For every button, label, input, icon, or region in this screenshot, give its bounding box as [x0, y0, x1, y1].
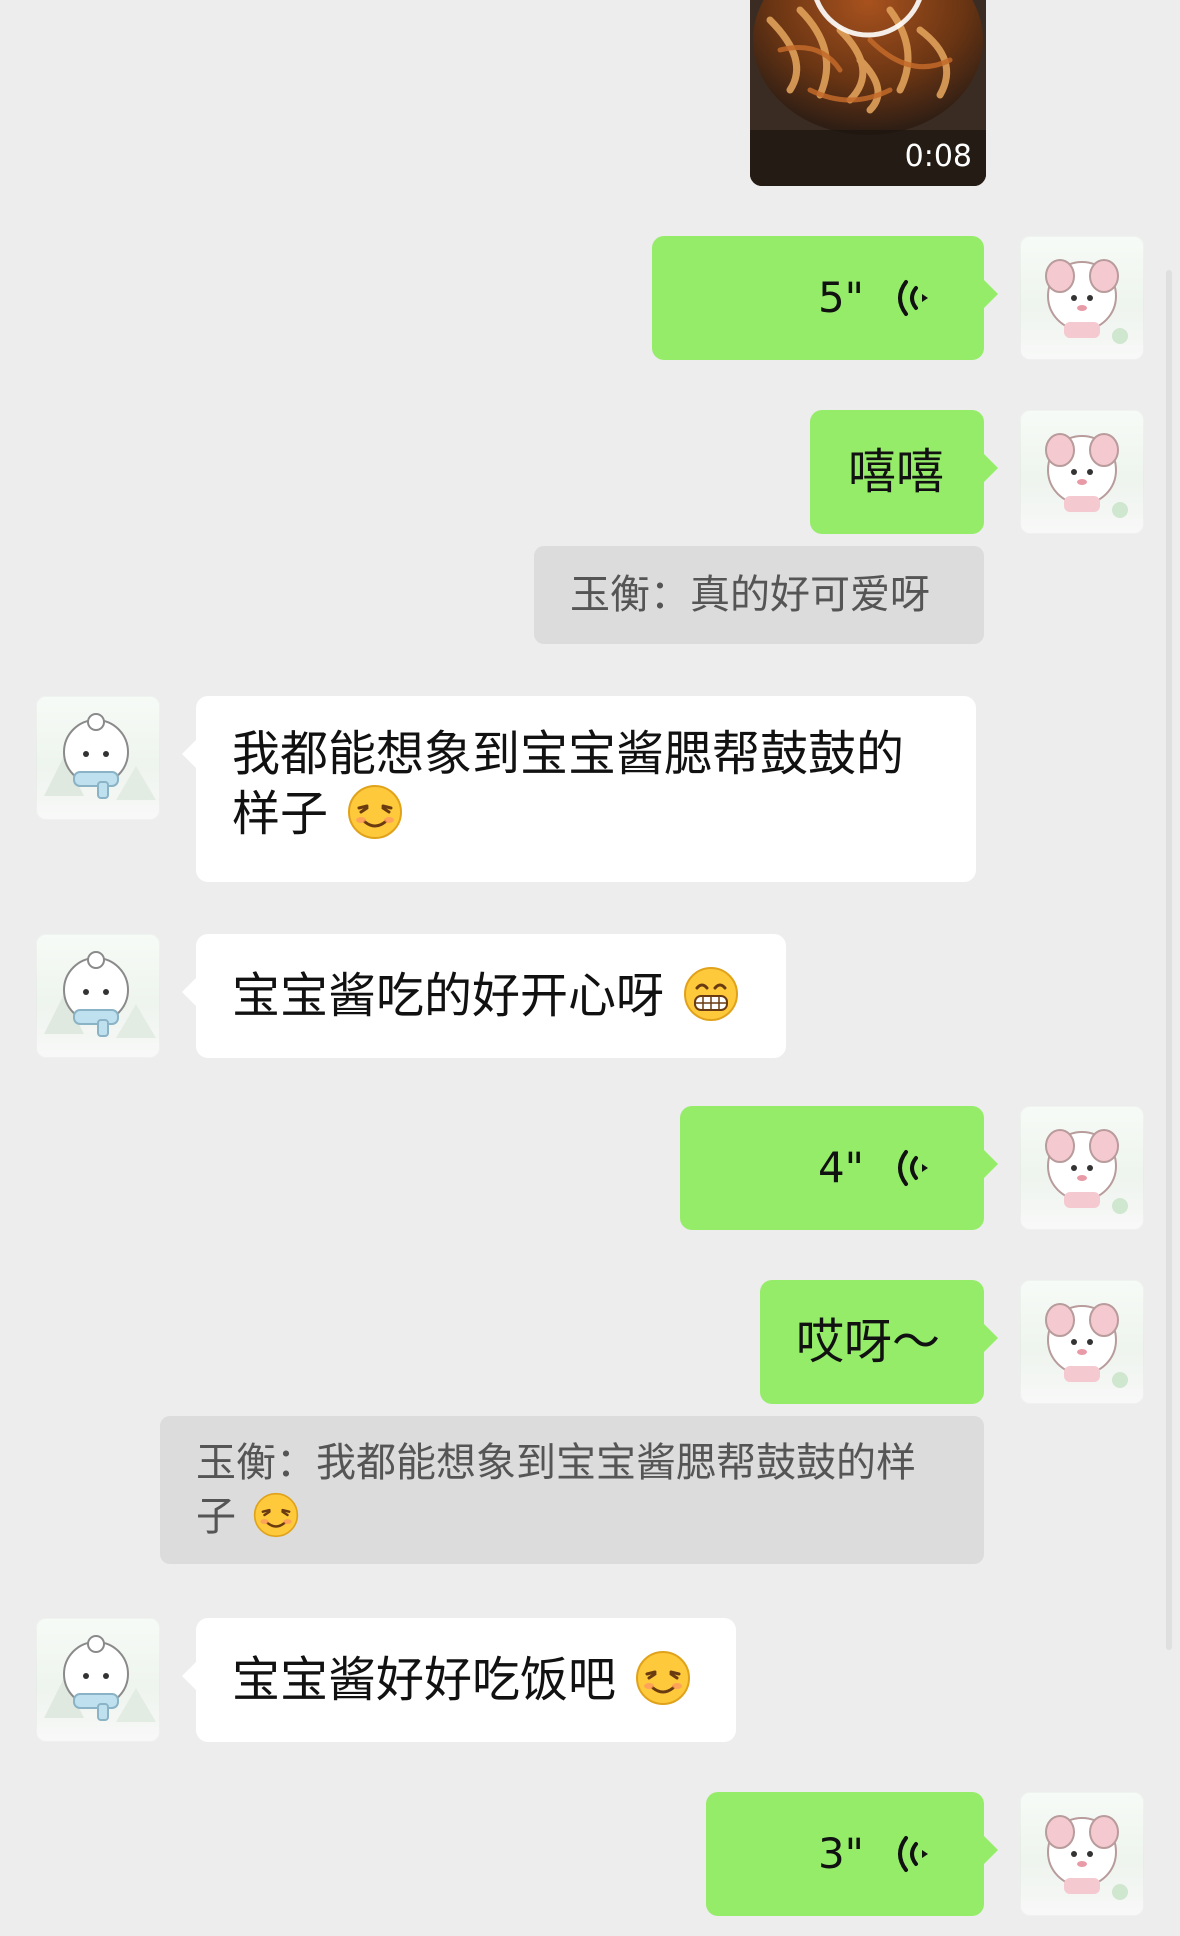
message-text-line: 样子 — [232, 786, 329, 842]
voice-wave-icon — [892, 1830, 934, 1878]
scrollbar[interactable] — [1166, 270, 1172, 1650]
pink-bunny-avatar-icon — [1045, 433, 1128, 518]
message-text: 宝宝酱好好吃饭吧 — [232, 1652, 617, 1708]
avatar-self[interactable] — [1020, 1792, 1144, 1916]
white-puppy-avatar-icon — [44, 951, 156, 1038]
avatar-other[interactable] — [36, 696, 160, 820]
text-message[interactable]: 嘻嘻 — [810, 410, 998, 534]
quote-text-line: 子 — [196, 1494, 236, 1540]
message-text: 嘻嘻 — [848, 444, 945, 500]
text-message[interactable]: 哎呀～ — [760, 1280, 998, 1404]
relieved-face-emoji-icon — [347, 784, 403, 840]
text-message[interactable]: 宝宝酱吃的好开心呀 — [182, 934, 786, 1058]
quote-text-line: 玉衡：我都能想象到宝宝酱腮帮鼓鼓的样 — [196, 1440, 916, 1486]
relieved-face-emoji-icon — [253, 1492, 299, 1538]
avatar-self[interactable] — [1020, 410, 1144, 534]
quoted-reply[interactable]: 玉衡：我都能想象到宝宝酱腮帮鼓鼓的样 子 — [160, 1416, 984, 1564]
avatar-self[interactable] — [1020, 1106, 1144, 1230]
text-message[interactable]: 宝宝酱好好吃饭吧 — [182, 1618, 736, 1742]
voice-message[interactable]: 5" — [652, 236, 998, 360]
pink-bunny-avatar-icon — [1045, 259, 1128, 344]
grinning-face-emoji-icon — [683, 966, 739, 1022]
message-text: 哎呀～ — [796, 1314, 941, 1370]
avatar-other[interactable] — [36, 1618, 160, 1742]
text-message[interactable]: 我都能想象到宝宝酱腮帮鼓鼓的 样子 — [182, 696, 976, 882]
voice-duration: 4" — [817, 1143, 864, 1192]
voice-duration: 5" — [817, 273, 864, 322]
voice-message[interactable]: 3" — [706, 1792, 998, 1916]
avatar-self[interactable] — [1020, 236, 1144, 360]
pink-bunny-avatar-icon — [1045, 1815, 1128, 1900]
pink-bunny-avatar-icon — [1045, 1129, 1128, 1214]
voice-duration: 3" — [817, 1829, 864, 1878]
voice-wave-icon — [892, 1144, 934, 1192]
pink-bunny-avatar-icon — [1045, 1303, 1128, 1388]
video-duration: 0:08 — [904, 139, 972, 174]
voice-wave-icon — [892, 274, 934, 322]
message-text: 宝宝酱吃的好开心呀 — [232, 968, 665, 1024]
white-puppy-avatar-icon — [44, 1635, 156, 1722]
message-text-line: 我都能想象到宝宝酱腮帮鼓鼓的 — [232, 726, 905, 782]
avatar-other[interactable] — [36, 934, 160, 1058]
quoted-reply[interactable]: 玉衡：真的好可爱呀 — [534, 546, 984, 644]
quote-text: 玉衡：真的好可爱呀 — [570, 572, 930, 618]
relieved-face-emoji-icon — [635, 1650, 691, 1706]
video-message[interactable]: 0:08 — [750, 0, 986, 186]
voice-message[interactable]: 4" — [680, 1106, 998, 1230]
white-puppy-avatar-icon — [44, 713, 156, 800]
avatar-self[interactable] — [1020, 1280, 1144, 1404]
